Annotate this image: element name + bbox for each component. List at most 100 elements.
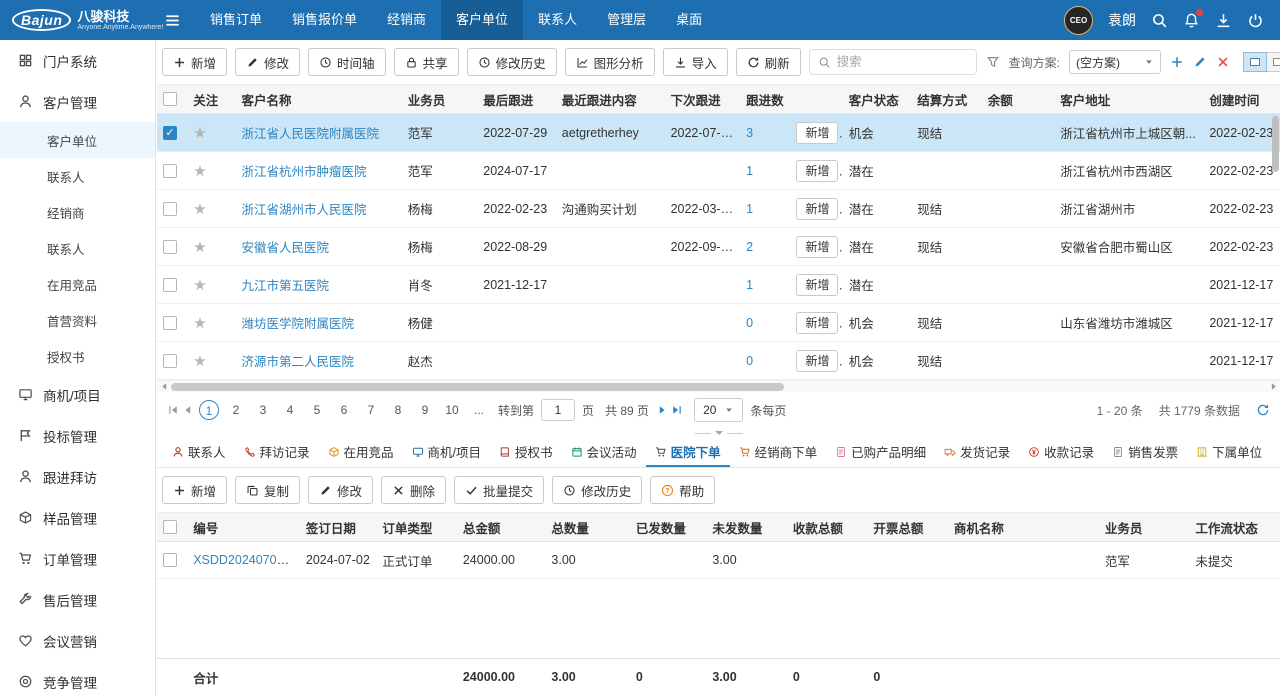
notifications-button[interactable] [1183, 12, 1200, 29]
download-icon[interactable] [1215, 12, 1232, 29]
topnav-tab-2[interactable]: 经销商 [372, 0, 441, 40]
row-checkbox[interactable] [163, 354, 177, 368]
follow-count-link[interactable]: 3 [746, 126, 753, 140]
subtab-12[interactable]: 下属单位 [1187, 438, 1271, 467]
follow-count-link[interactable]: 1 [746, 202, 753, 216]
star-icon[interactable]: ★ [193, 125, 206, 142]
menu-toggle[interactable] [150, 0, 195, 40]
sidebar-item-8[interactable]: 授权书 [0, 338, 155, 374]
toolbar-button-4[interactable]: 修改历史 [467, 48, 557, 76]
page-number-1[interactable]: 1 [199, 400, 219, 420]
row-checkbox[interactable] [163, 316, 177, 330]
order-number-link[interactable]: XSDD20240702001 [193, 553, 300, 567]
subtab-0[interactable]: 联系人 [163, 438, 235, 467]
detail-toolbar-button-1[interactable]: 复制 [235, 476, 300, 504]
detail-toolbar-button-0[interactable]: 新增 [162, 476, 227, 504]
scroll-left-icon[interactable] [157, 382, 171, 391]
sidebar-item-2[interactable]: 客户单位 [0, 122, 155, 158]
subtab-7[interactable]: 经销商下单 [730, 438, 827, 467]
follow-count-link[interactable]: 2 [746, 240, 753, 254]
customer-row-4[interactable]: ★ 九江市第五医院 肖冬 2021-12-17 1 新增 潜在 2021-12-… [157, 266, 1280, 304]
page-number-10[interactable]: 10 [442, 400, 462, 420]
page-size-select[interactable]: 20 [694, 398, 743, 422]
toolbar-button-0[interactable]: 新增 [162, 48, 227, 76]
subtab-11[interactable]: 销售发票 [1103, 438, 1187, 467]
scheme-add-button[interactable] [1170, 55, 1184, 69]
page-number-9[interactable]: 9 [415, 400, 435, 420]
customer-row-1[interactable]: ★ 浙江省杭州市肿瘤医院 范军 2024-07-17 1 新增 潜在 浙江省杭州… [157, 152, 1280, 190]
first-page-button[interactable] [167, 404, 179, 416]
select-all-checkbox[interactable] [163, 520, 177, 534]
subtab-8[interactable]: 已购产品明细 [826, 438, 935, 467]
customer-row-5[interactable]: ★ 潍坊医学院附属医院 杨健 0 新增 机会 现结 山东省潍坊市潍城区 2021… [157, 304, 1280, 342]
customer-name-link[interactable]: 九江市第五医院 [242, 279, 330, 293]
sidebar-item-16[interactable]: 竞争管理 [0, 661, 155, 696]
star-icon[interactable]: ★ [193, 277, 206, 294]
page-number-3[interactable]: 3 [253, 400, 273, 420]
row-checkbox[interactable] [163, 240, 177, 254]
customer-row-2[interactable]: ★ 浙江省湖州市人民医院 杨梅 2022-02-23 沟通购买计划 2022-0… [157, 190, 1280, 228]
star-icon[interactable]: ★ [193, 239, 206, 256]
subtab-10[interactable]: 收款记录 [1019, 438, 1103, 467]
topnav-tab-1[interactable]: 销售报价单 [277, 0, 372, 40]
sidebar-item-3[interactable]: 联系人 [0, 158, 155, 194]
row-checkbox[interactable] [163, 202, 177, 216]
row-add-follow-button[interactable]: 新增 [796, 122, 838, 144]
customer-name-link[interactable]: 济源市第二人民医院 [242, 355, 355, 369]
search-icon[interactable] [1151, 12, 1168, 29]
sidebar-item-6[interactable]: 在用竞品 [0, 266, 155, 302]
page-number-2[interactable]: 2 [226, 400, 246, 420]
row-add-follow-button[interactable]: 新增 [796, 350, 838, 372]
star-icon[interactable]: ★ [193, 201, 206, 218]
row-add-follow-button[interactable]: 新增 [796, 198, 838, 220]
detail-toolbar-button-5[interactable]: 修改历史 [552, 476, 642, 504]
panel-collapse-handle[interactable] [157, 428, 1280, 438]
page-number-5[interactable]: 5 [307, 400, 327, 420]
sidebar-item-11[interactable]: 跟进拜访 [0, 456, 155, 497]
subtab-5[interactable]: 会议活动 [562, 438, 646, 467]
refresh-data-button[interactable] [1256, 403, 1270, 417]
customer-name-link[interactable]: 浙江省湖州市人民医院 [242, 203, 367, 217]
search-input[interactable] [837, 55, 968, 69]
toolbar-button-3[interactable]: 共享 [394, 48, 459, 76]
page-number-7[interactable]: 7 [361, 400, 381, 420]
scrollbar-thumb[interactable] [171, 383, 784, 391]
goto-page-input[interactable] [541, 399, 575, 421]
subtab-6[interactable]: 医院下单 [646, 438, 730, 467]
star-icon[interactable]: ★ [193, 315, 206, 332]
toolbar-button-1[interactable]: 修改 [235, 48, 300, 76]
topnav-tab-0[interactable]: 销售订单 [195, 0, 277, 40]
page-number-...[interactable]: ... [469, 400, 489, 420]
row-checkbox[interactable]: ✓ [163, 126, 177, 140]
sidebar-item-13[interactable]: 订单管理 [0, 538, 155, 579]
avatar[interactable]: CEO [1064, 6, 1093, 35]
row-checkbox[interactable] [163, 553, 177, 567]
scheme-delete-button[interactable] [1216, 55, 1230, 69]
order-row-0[interactable]: XSDD202407020012024-07-02正式订单24000.003.0… [157, 542, 1280, 579]
row-add-follow-button[interactable]: 新增 [796, 274, 838, 296]
toolbar-button-6[interactable]: 导入 [663, 48, 728, 76]
search-box[interactable] [809, 49, 977, 75]
row-add-follow-button[interactable]: 新增 [796, 236, 838, 258]
sidebar-item-9[interactable]: 商机/项目 [0, 374, 155, 415]
customer-name-link[interactable]: 浙江省人民医院附属医院 [242, 127, 380, 141]
customer-name-link[interactable]: 潍坊医学院附属医院 [242, 317, 355, 331]
toolbar-button-2[interactable]: 时间轴 [308, 48, 386, 76]
topnav-tab-3[interactable]: 客户单位 [441, 0, 523, 40]
toolbar-button-5[interactable]: 图形分析 [565, 48, 655, 76]
row-add-follow-button[interactable]: 新增 [796, 160, 838, 182]
customer-name-link[interactable]: 浙江省杭州市肿瘤医院 [242, 165, 367, 179]
follow-count-link[interactable]: 1 [746, 164, 753, 178]
page-number-4[interactable]: 4 [280, 400, 300, 420]
star-icon[interactable]: ★ [193, 163, 206, 180]
customer-row-0[interactable]: ✓ ★ 浙江省人民医院附属医院 范军 2022-07-29 aetgrether… [157, 114, 1280, 152]
customer-row-3[interactable]: ★ 安徽省人民医院 杨梅 2022-08-29 2022-09-08 2 新增 … [157, 228, 1280, 266]
sidebar-item-15[interactable]: 会议营销 [0, 620, 155, 661]
sidebar-item-0[interactable]: 门户系统 [0, 40, 155, 81]
power-icon[interactable] [1247, 12, 1264, 29]
detail-toolbar-button-3[interactable]: 删除 [381, 476, 446, 504]
follow-count-link[interactable]: 1 [746, 278, 753, 292]
star-icon[interactable]: ★ [193, 353, 206, 370]
sidebar-item-4[interactable]: 经销商 [0, 194, 155, 230]
page-number-8[interactable]: 8 [388, 400, 408, 420]
